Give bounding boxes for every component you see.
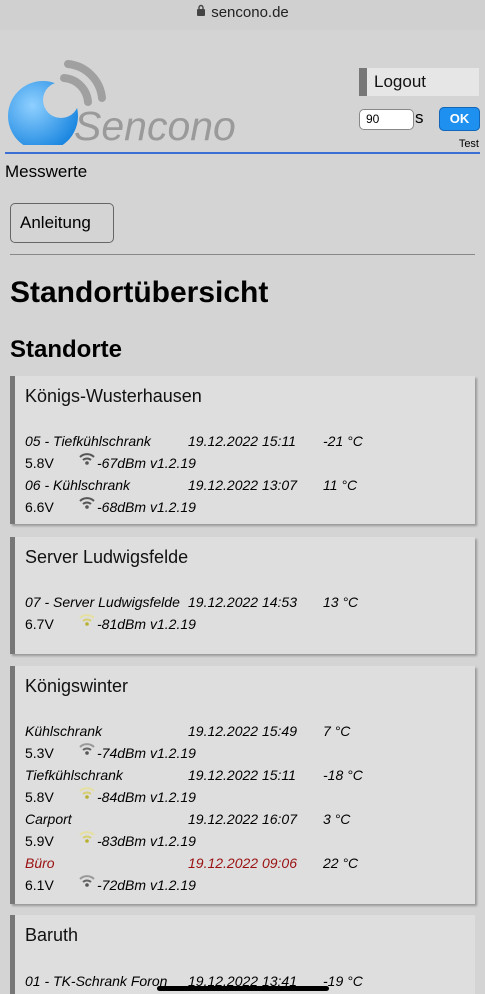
sensor-voltage: 5.3V xyxy=(25,745,54,761)
sensor-timestamp: 19.12.2022 15:11 xyxy=(188,433,296,449)
sensor-name: Tiefkühlschrank xyxy=(25,767,123,783)
sensor-temperature: -21 °C xyxy=(323,433,363,449)
sensor-rssi: -68dBm xyxy=(97,499,147,515)
sensor-timestamp: 19.12.2022 15:49 xyxy=(188,723,297,739)
lock-icon xyxy=(196,0,206,26)
wifi-icon xyxy=(79,496,95,514)
sensor-name: Büro xyxy=(25,855,55,871)
sensor-rssi: -84dBm xyxy=(97,789,147,805)
sensor-firmware: v1.2.19 xyxy=(150,616,196,632)
sensor-rssi: -83dBm xyxy=(97,833,147,849)
nav-title[interactable]: Messwerte xyxy=(5,162,87,182)
sensor-rssi: -81dBm xyxy=(97,616,147,632)
location-name: Königs-Wusterhausen xyxy=(25,386,202,406)
wifi-icon xyxy=(79,742,95,760)
home-indicator[interactable] xyxy=(157,986,329,991)
sencono-logo[interactable]: Sencono xyxy=(6,40,246,151)
sensor-name: Kühlschrank xyxy=(25,723,103,739)
location-card[interactable]: Server Ludwigsfelde 07 - Server Ludwigsf… xyxy=(10,537,475,654)
location-name: Server Ludwigsfelde xyxy=(25,547,189,567)
wifi-icon xyxy=(79,874,95,892)
location-card[interactable]: Baruth 01 - TK-Schrank Foron 19.12.2022 … xyxy=(10,915,475,994)
sensor-rssi: -72dBm xyxy=(97,877,147,893)
logout-button[interactable]: Logout xyxy=(359,68,479,96)
page-title: Standortübersicht xyxy=(10,276,269,309)
sensor-voltage: 6.6V xyxy=(25,499,54,515)
browser-address-bar[interactable]: sencono.de xyxy=(0,0,485,30)
sensor-voltage: 5.8V xyxy=(25,455,54,471)
sensor-temperature: -18 °C xyxy=(323,767,363,783)
refresh-interval-input[interactable]: 90 xyxy=(359,109,414,130)
divider xyxy=(10,254,475,255)
header-divider xyxy=(5,152,480,154)
sensor-name: 06 - Kühlschrank xyxy=(25,477,131,493)
help-button[interactable]: Anleitung xyxy=(10,203,114,243)
sensor-temperature: 3 °C xyxy=(323,811,351,827)
sensor-voltage: 6.1V xyxy=(25,877,54,893)
wifi-icon xyxy=(79,613,95,631)
sensor-timestamp: 19.12.2022 13:07 xyxy=(188,477,297,493)
sensor-firmware: v1.2.19 xyxy=(150,745,196,761)
site-header: Sencono Logout 90 s OK xyxy=(0,30,485,155)
location-card[interactable]: Königswinter Kühlschrank 19.12.2022 15:4… xyxy=(10,666,475,904)
sensor-voltage: 5.9V xyxy=(25,833,54,849)
location-name: Baruth xyxy=(25,925,79,945)
url-text: sencono.de xyxy=(211,4,289,21)
sensor-timestamp: 19.12.2022 15:11 xyxy=(188,767,296,783)
sensor-firmware: v1.2.19 xyxy=(150,833,196,849)
sensor-name: 01 - TK-Schrank Foron xyxy=(25,973,168,989)
sensor-name: 07 - Server Ludwigsfelde xyxy=(25,594,180,610)
section-title: Standorte xyxy=(10,336,123,363)
logo-wordmark: Sencono xyxy=(74,103,236,145)
user-label: Test xyxy=(458,138,479,150)
wifi-icon xyxy=(79,786,95,804)
sensor-voltage: 6.7V xyxy=(25,616,54,632)
sensor-timestamp: 19.12.2022 14:53 xyxy=(188,594,297,610)
sensor-temperature: 11 °C xyxy=(323,477,358,493)
sensor-rssi: -67dBm xyxy=(97,455,147,471)
location-name: Königswinter xyxy=(25,676,129,696)
sensor-timestamp: 19.12.2022 16:07 xyxy=(188,811,297,827)
sensor-firmware: v1.2.19 xyxy=(150,455,196,471)
sensor-firmware: v1.2.19 xyxy=(150,789,196,805)
location-card[interactable]: Königs-Wusterhausen 05 - Tiefkühlschrank… xyxy=(10,376,475,524)
sensor-name: Carport xyxy=(25,811,72,827)
sensor-name: 05 - Tiefkühlschrank xyxy=(25,433,151,449)
ok-button[interactable]: OK xyxy=(439,107,480,131)
sensor-temperature: 7 °C xyxy=(323,723,351,739)
sensor-timestamp: 19.12.2022 09:06 xyxy=(188,855,297,871)
sensor-rssi: -74dBm xyxy=(97,745,147,761)
refresh-unit-label: s xyxy=(415,108,424,127)
wifi-icon xyxy=(79,452,95,470)
sensor-firmware: v1.2.19 xyxy=(150,877,196,893)
sensor-temperature: 13 °C xyxy=(323,594,359,610)
wifi-icon xyxy=(79,830,95,848)
sensor-voltage: 5.8V xyxy=(25,789,54,805)
sensor-temperature: 22 °C xyxy=(323,855,359,871)
sensor-firmware: v1.2.19 xyxy=(150,499,196,515)
